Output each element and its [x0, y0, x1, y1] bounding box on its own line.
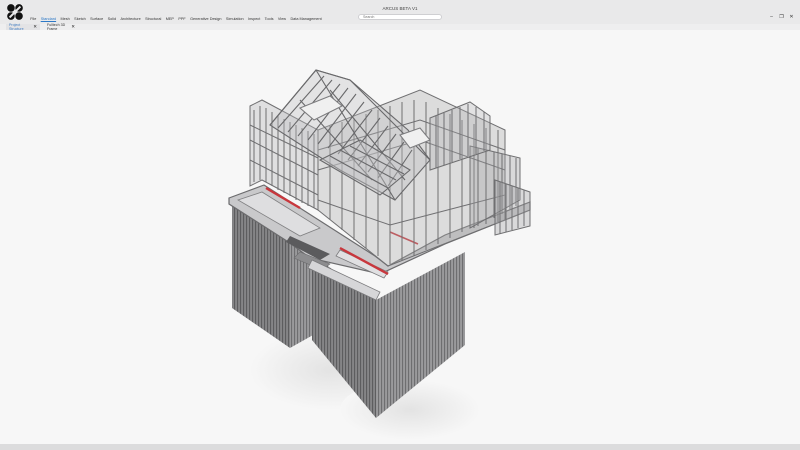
- menu-sketch[interactable]: Sketch: [72, 17, 88, 22]
- minimize-icon[interactable]: –: [769, 14, 774, 20]
- menu-simulation[interactable]: Simulation: [224, 17, 246, 22]
- menu-data-management[interactable]: Data Management: [288, 17, 324, 22]
- menu-view[interactable]: View: [276, 17, 289, 22]
- menu-inspect[interactable]: Inspect: [246, 17, 263, 22]
- title-bar: ARCUS BETA V1 – ❐ ✕ File Standard Mesh S…: [0, 0, 800, 24]
- menu-ppf[interactable]: PPF: [176, 17, 188, 22]
- menu-mesh[interactable]: Mesh: [58, 17, 72, 22]
- menu-structural[interactable]: Structural: [143, 17, 164, 22]
- menu-architecture[interactable]: Architecture: [118, 17, 143, 22]
- menu-surface[interactable]: Surface: [88, 17, 105, 22]
- menu-file[interactable]: File: [28, 17, 39, 22]
- menu-bar: File Standard Mesh Sketch Surface Solid …: [28, 17, 324, 22]
- menu-solid[interactable]: Solid: [105, 17, 118, 22]
- building-model[interactable]: [0, 30, 800, 444]
- menu-mep[interactable]: MEP: [164, 17, 177, 22]
- search-input[interactable]: [358, 14, 442, 20]
- menu-tools[interactable]: Tools: [262, 17, 275, 22]
- close-icon[interactable]: ✕: [789, 14, 794, 20]
- menu-generative-design[interactable]: Generative Design: [188, 17, 224, 22]
- status-bar: [0, 444, 800, 450]
- window-controls: – ❐ ✕: [769, 14, 794, 20]
- restore-icon[interactable]: ❐: [779, 14, 784, 20]
- menu-standard[interactable]: Standard: [39, 17, 59, 22]
- 3d-viewport[interactable]: [0, 30, 800, 444]
- app-title: ARCUS BETA V1: [382, 6, 418, 11]
